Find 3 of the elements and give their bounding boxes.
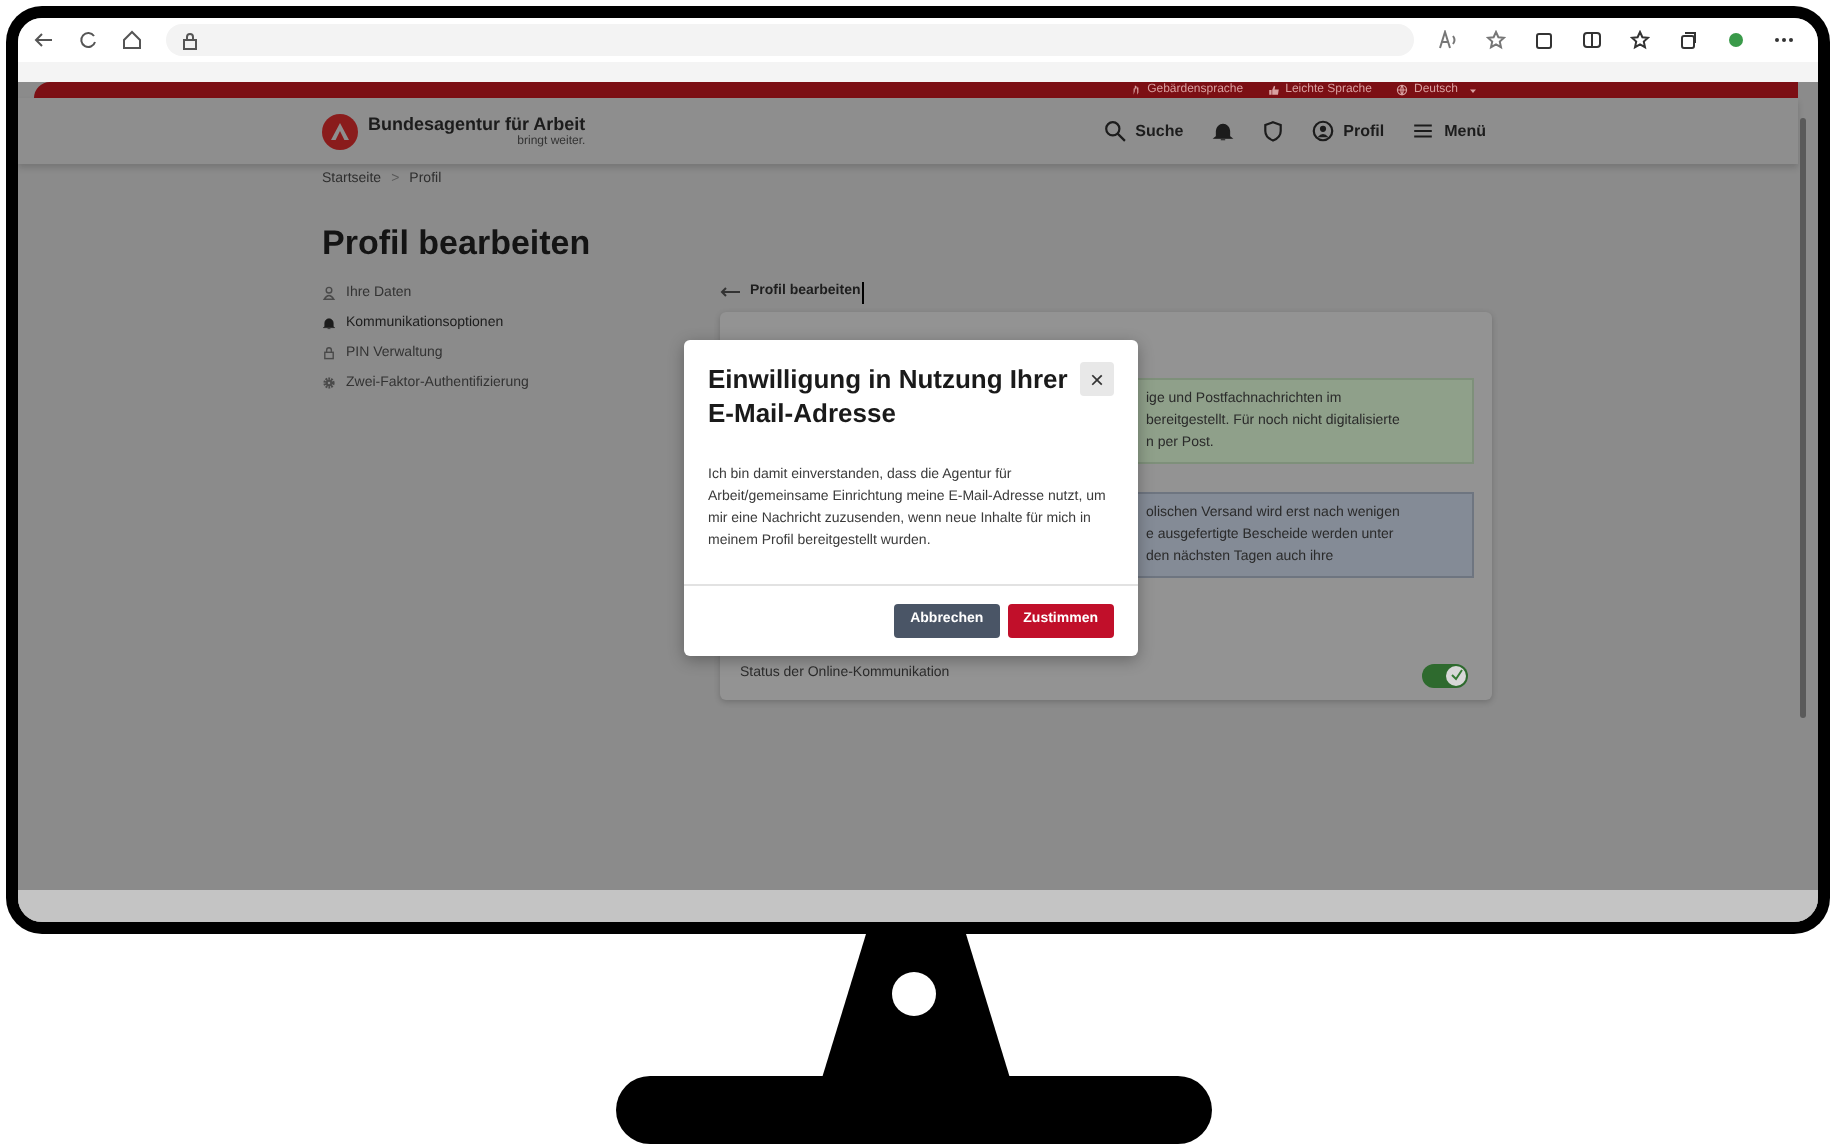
page-title: Profil bearbeiten <box>322 226 593 260</box>
dialog-title: Einwilligung in Nutzung Ihrer E-Mail-Adresse <box>708 362 1068 430</box>
brand-name: Bundesagentur für Arbeit <box>368 115 586 133</box>
